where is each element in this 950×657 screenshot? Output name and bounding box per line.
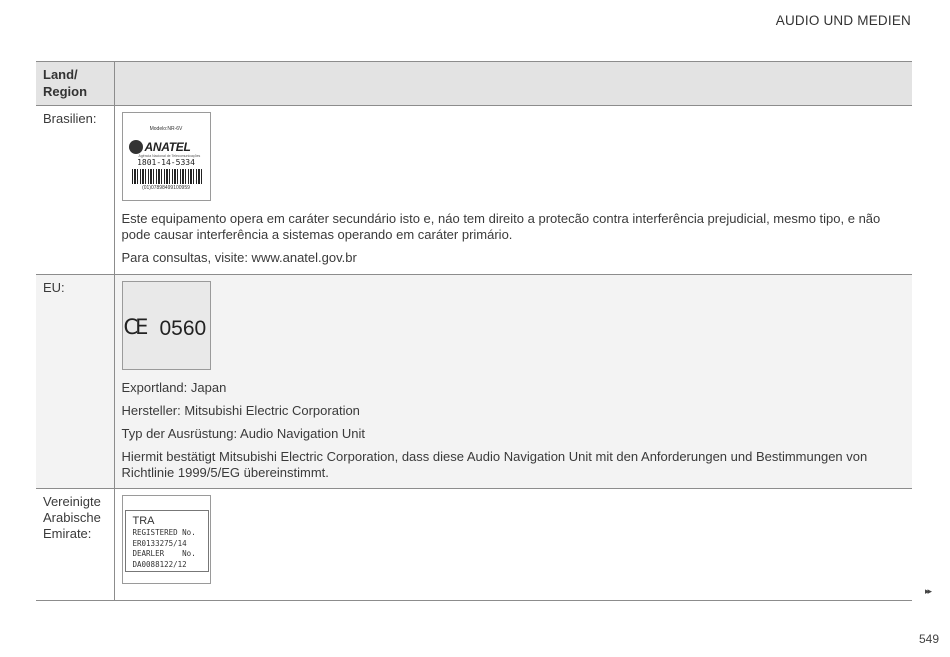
paragraph: Exportland: Japan	[121, 380, 227, 395]
content-cell: CE 0560 Exportland: Japan Hersteller: Mi…	[113, 274, 912, 489]
table-header-row: Land/ Region	[36, 61, 912, 106]
anatel-label-image: Modelo:NR-6V ANATEL Agência Nacional de …	[121, 112, 211, 201]
tra-line: ER0133275/14	[132, 538, 187, 548]
table-row: Brasilien: Modelo:NR-6V ANATEL Agência N…	[36, 105, 912, 275]
ce-label-image: CE 0560	[121, 281, 211, 370]
tra-line: DEARLER No.	[132, 549, 196, 558]
paragraph: Hersteller: Mitsubishi Electric Corporat…	[121, 403, 360, 418]
paragraph: Este equipamento opera em caráter secund…	[121, 211, 881, 242]
next-page-icon[interactable]: ▸▸	[925, 586, 932, 597]
paragraph: Typ der Ausrüstung: Audio Navigation Uni…	[121, 426, 366, 441]
paragraph: Hiermit bestätigt Mitsubishi Electric Co…	[121, 449, 868, 480]
ce-mark-icon: CE	[123, 315, 149, 339]
page-number: 549	[919, 632, 940, 646]
anatel-model-text: Modelo:NR-6V	[149, 126, 183, 132]
column-header-content	[113, 61, 912, 106]
tra-line: REGISTERED No.	[132, 528, 196, 537]
tra-line: DA0088122/12	[132, 559, 187, 569]
land-cell: Brasilien:	[36, 105, 114, 275]
column-header-land: Land/ Region	[36, 61, 114, 106]
table-row: Vereinigte Arabische Emirate: TRA REGIST…	[36, 488, 912, 601]
section-title: AUDIO UND MEDIEN	[775, 13, 911, 28]
barcode-icon	[131, 169, 203, 184]
tra-label-image: TRA REGISTERED No. ER0133275/14 DEARLER …	[121, 495, 211, 584]
content-cell: Modelo:NR-6V ANATEL Agência Nacional de …	[113, 105, 912, 275]
land-cell: Vereinigte Arabische Emirate:	[36, 488, 114, 601]
land-cell: EU:	[36, 274, 114, 489]
content-cell: TRA REGISTERED No. ER0133275/14 DEARLER …	[113, 488, 912, 601]
barcode-text: (01)07898499100959	[142, 185, 190, 191]
tra-label-frame: TRA REGISTERED No. ER0133275/14 DEARLER …	[124, 510, 209, 572]
tra-title: TRA	[132, 515, 155, 527]
ce-number: 0560	[159, 317, 207, 340]
anatel-number: 1801-14-5334	[137, 158, 195, 167]
paragraph: Para consultas, visite: www.anatel.gov.b…	[121, 250, 357, 265]
regulatory-table: Land/ Region Brasilien: Modelo:NR-6V ANA…	[36, 61, 912, 601]
table-row: EU: CE 0560 Exportland: Japan Hersteller…	[36, 274, 912, 489]
anatel-brand-text: ANATEL	[144, 140, 191, 154]
anatel-logo-icon	[128, 140, 143, 154]
